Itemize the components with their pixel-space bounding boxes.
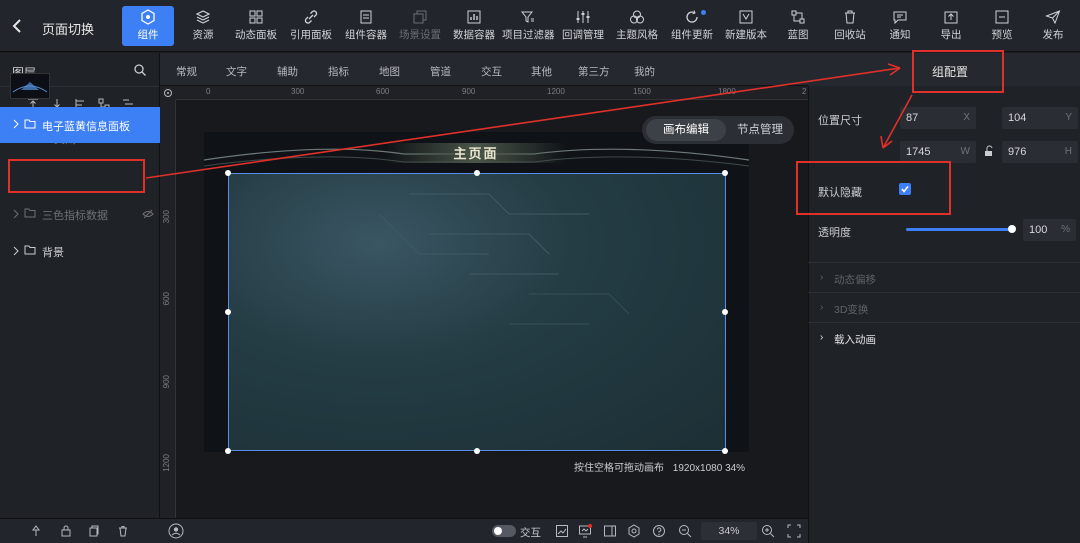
annotation-arrows	[145, 63, 913, 179]
